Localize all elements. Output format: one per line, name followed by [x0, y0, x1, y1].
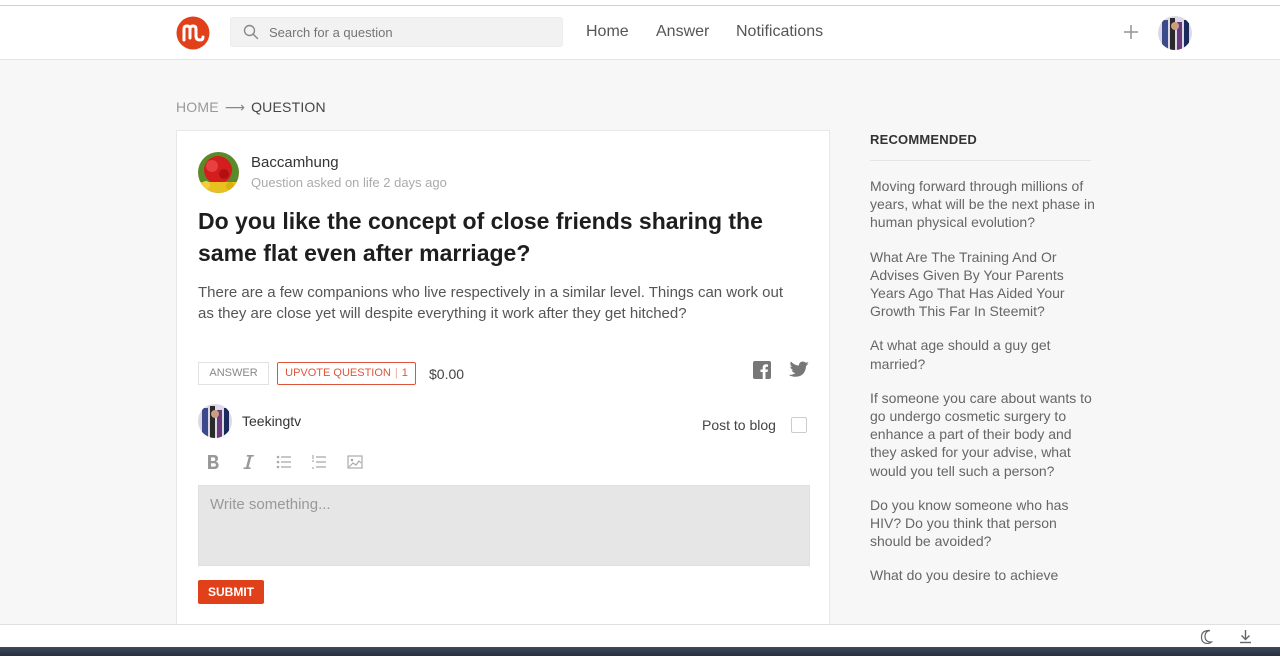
author-avatar-icon[interactable] — [198, 152, 239, 193]
recommended-list: Moving forward through millions of years… — [870, 177, 1095, 601]
user-avatar-icon[interactable] — [1158, 16, 1192, 50]
payout-value: $0.00 — [429, 366, 465, 382]
upvote-separator: | — [394, 367, 398, 379]
italic-icon[interactable] — [240, 453, 258, 471]
post-to-blog-checkbox[interactable] — [791, 417, 807, 433]
os-taskbar — [0, 647, 1280, 656]
search-input[interactable] — [230, 17, 563, 47]
recommended-item[interactable]: What Are The Training And Or Advises Giv… — [870, 248, 1095, 321]
upvote-question-button[interactable]: UPVOTE QUESTION | 1 — [277, 362, 416, 385]
bold-icon[interactable] — [204, 453, 222, 471]
nav-home[interactable]: Home — [586, 23, 629, 41]
browser-status-bar — [0, 624, 1280, 647]
recommended-item[interactable]: What do you desire to achieve — [870, 566, 1095, 584]
recommended-item[interactable]: At what age should a guy get married? — [870, 336, 1095, 372]
answer-button[interactable]: ANSWER — [198, 362, 269, 385]
recommended-item[interactable]: Do you know someone who has HIV? Do you … — [870, 496, 1095, 551]
question-card: Baccamhung Question asked on life 2 days… — [176, 130, 830, 630]
author-name[interactable]: Baccamhung — [251, 154, 339, 171]
question-title: Do you like the concept of close friends… — [198, 208, 763, 266]
reply-avatar-icon[interactable] — [198, 404, 232, 438]
twitter-icon[interactable] — [788, 361, 810, 379]
search-icon — [243, 24, 259, 40]
reply-editor[interactable] — [198, 485, 810, 566]
nav-notifications[interactable]: Notifications — [736, 23, 823, 41]
post-to-blog-label: Post to blog — [702, 417, 776, 433]
numbered-list-icon[interactable] — [310, 453, 328, 471]
question-body: There are a few companions who live resp… — [198, 284, 783, 322]
recommended-divider — [870, 160, 1091, 161]
image-icon[interactable] — [346, 453, 364, 471]
breadcrumb-current: QUESTION — [251, 99, 326, 115]
plus-icon[interactable] — [1122, 23, 1140, 41]
question-meta: Question asked on life 2 days ago — [251, 175, 447, 190]
nav-answer[interactable]: Answer — [656, 23, 709, 41]
reply-username[interactable]: Teekingtv — [242, 413, 301, 429]
submit-button[interactable]: SUBMIT — [198, 580, 264, 604]
upvote-count: 1 — [401, 367, 408, 379]
download-icon[interactable] — [1238, 629, 1253, 644]
top-navbar: Home Answer Notifications — [0, 6, 1280, 60]
breadcrumb: HOME ⟶ QUESTION — [176, 99, 326, 116]
recommended-item[interactable]: Moving forward through millions of years… — [870, 177, 1095, 232]
recommended-item[interactable]: If someone you care about wants to go un… — [870, 389, 1095, 480]
bullet-list-icon[interactable] — [275, 453, 293, 471]
facebook-icon[interactable] — [753, 361, 771, 379]
logo-icon[interactable] — [176, 16, 212, 50]
moon-icon[interactable] — [1200, 629, 1215, 644]
recommended-title: RECOMMENDED — [870, 132, 977, 147]
breadcrumb-home[interactable]: HOME — [176, 99, 219, 115]
upvote-label: UPVOTE QUESTION — [285, 367, 391, 379]
breadcrumb-arrow-icon: ⟶ — [224, 99, 246, 115]
